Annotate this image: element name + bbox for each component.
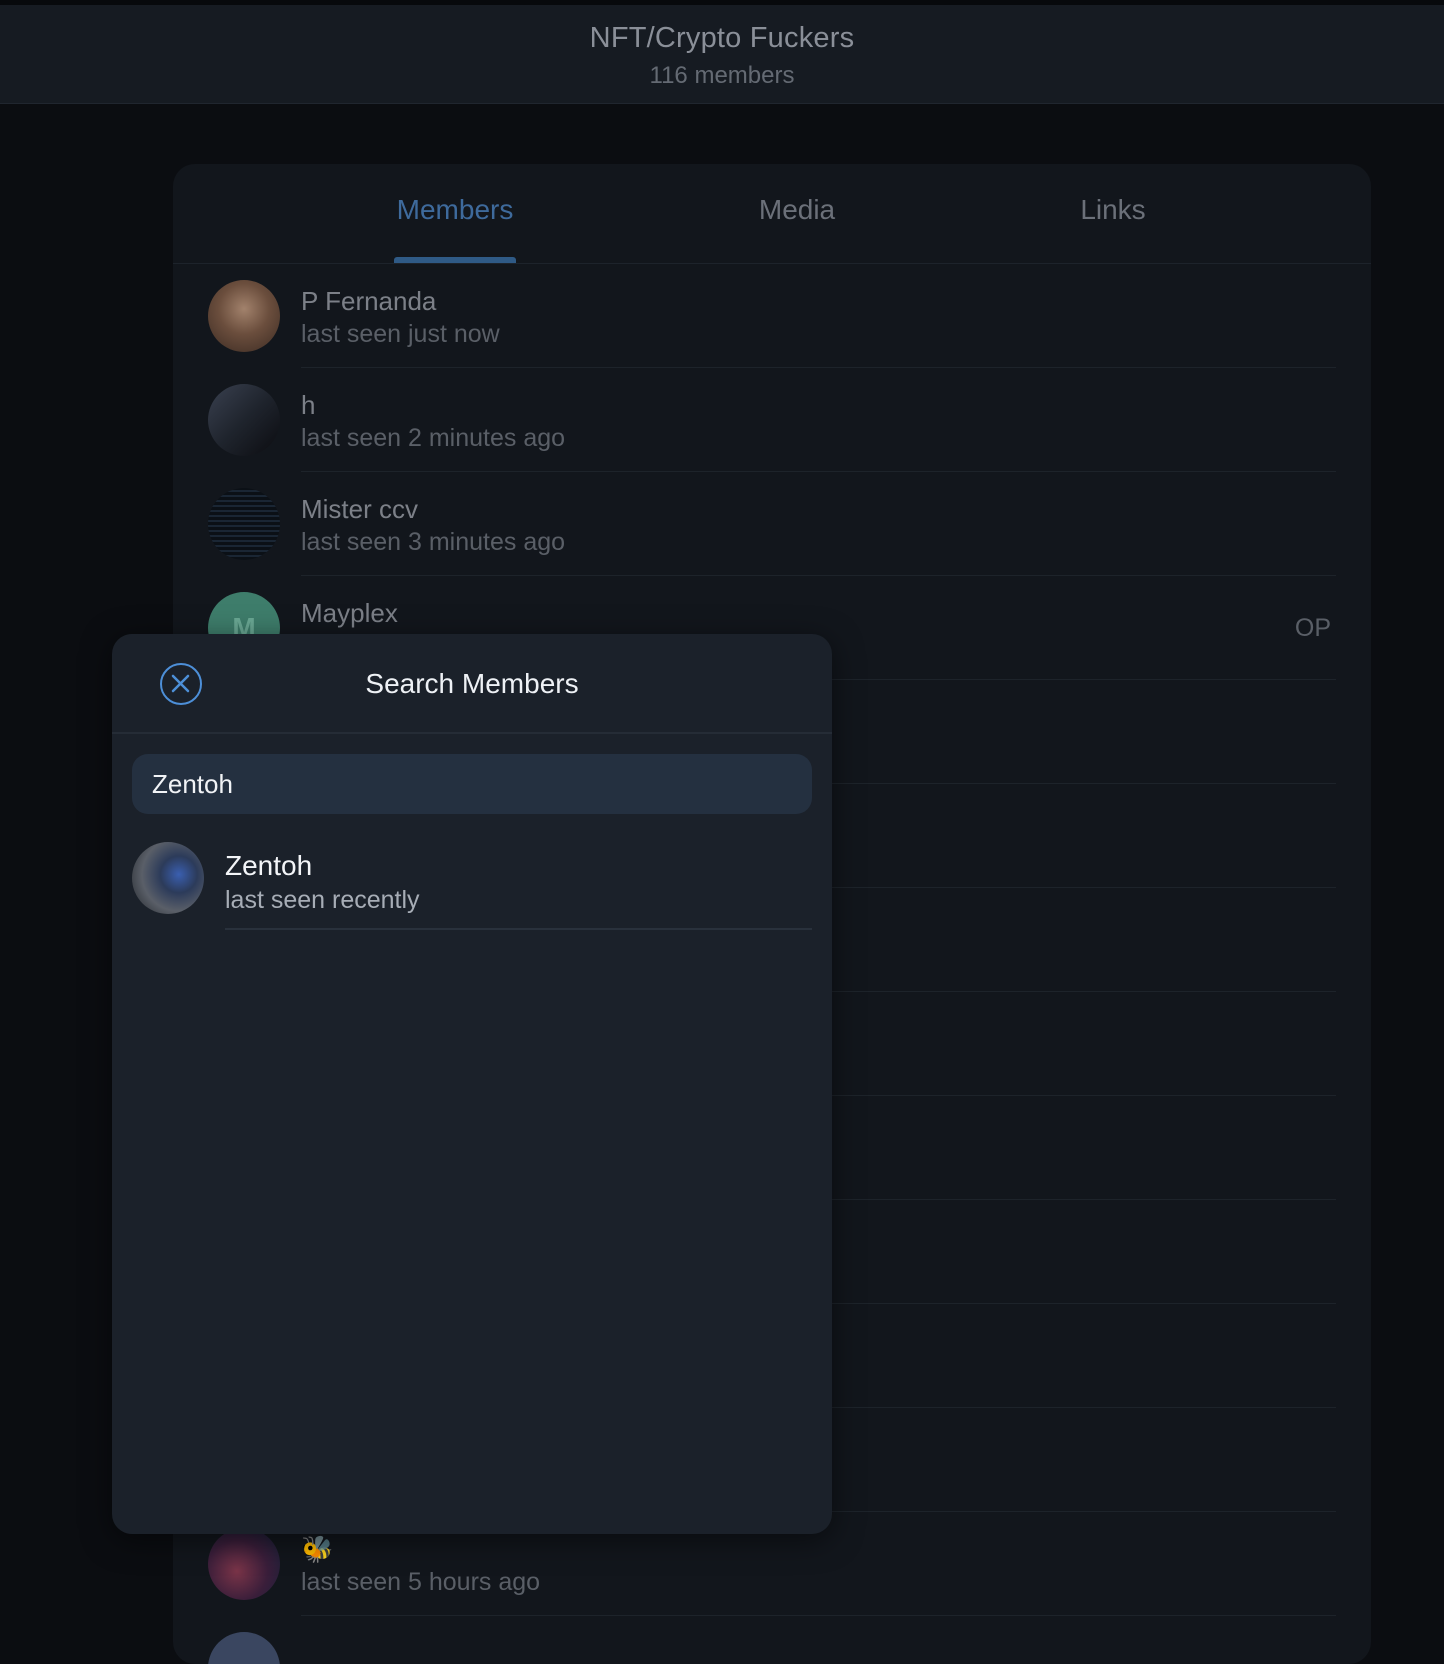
avatar	[208, 488, 280, 560]
member-role-badge: OP	[1294, 614, 1331, 642]
tab-media[interactable]: Media	[759, 194, 835, 226]
member-row[interactable]: Mister ccv last seen 3 minutes ago	[173, 472, 1371, 576]
member-row[interactable]	[173, 1616, 1371, 1664]
member-name: 🐝	[301, 1534, 334, 1564]
avatar	[208, 1632, 280, 1664]
avatar	[208, 1528, 280, 1600]
avatar	[208, 384, 280, 456]
row-divider	[225, 928, 812, 930]
group-title: NFT/Crypto Fuckers	[589, 22, 855, 54]
chat-header[interactable]: NFT/Crypto Fuckers 116 members	[0, 0, 1444, 104]
result-name: Zentoh	[225, 850, 313, 881]
member-name: Mayplex	[301, 598, 398, 628]
result-status: last seen recently	[225, 886, 420, 914]
member-status: last seen 5 hours ago	[301, 1568, 541, 1596]
member-row[interactable]: P Fernanda last seen just now	[173, 264, 1371, 368]
avatar	[208, 280, 280, 352]
search-members-modal: Search Members Zentoh last seen recently	[112, 634, 832, 1534]
member-count: 116 members	[649, 62, 795, 89]
tab-members[interactable]: Members	[397, 194, 514, 226]
avatar	[132, 842, 204, 914]
member-row[interactable]: h last seen 2 minutes ago	[173, 368, 1371, 472]
member-status: last seen just now	[301, 320, 500, 348]
modal-header: Search Members	[112, 634, 832, 734]
member-status: last seen 2 minutes ago	[301, 424, 566, 452]
tab-bar: Members Media Links	[173, 164, 1371, 264]
search-result-item[interactable]: Zentoh last seen recently	[112, 830, 832, 930]
active-tab-indicator	[394, 257, 516, 263]
member-status: last seen 3 minutes ago	[301, 528, 566, 556]
search-input[interactable]	[132, 754, 812, 814]
member-name: P Fernanda	[301, 286, 437, 316]
member-name: h	[301, 390, 316, 420]
member-name: Mister ccv	[301, 494, 418, 524]
tab-links[interactable]: Links	[1080, 194, 1145, 226]
search-field[interactable]	[132, 754, 812, 814]
modal-title: Search Members	[365, 668, 579, 699]
